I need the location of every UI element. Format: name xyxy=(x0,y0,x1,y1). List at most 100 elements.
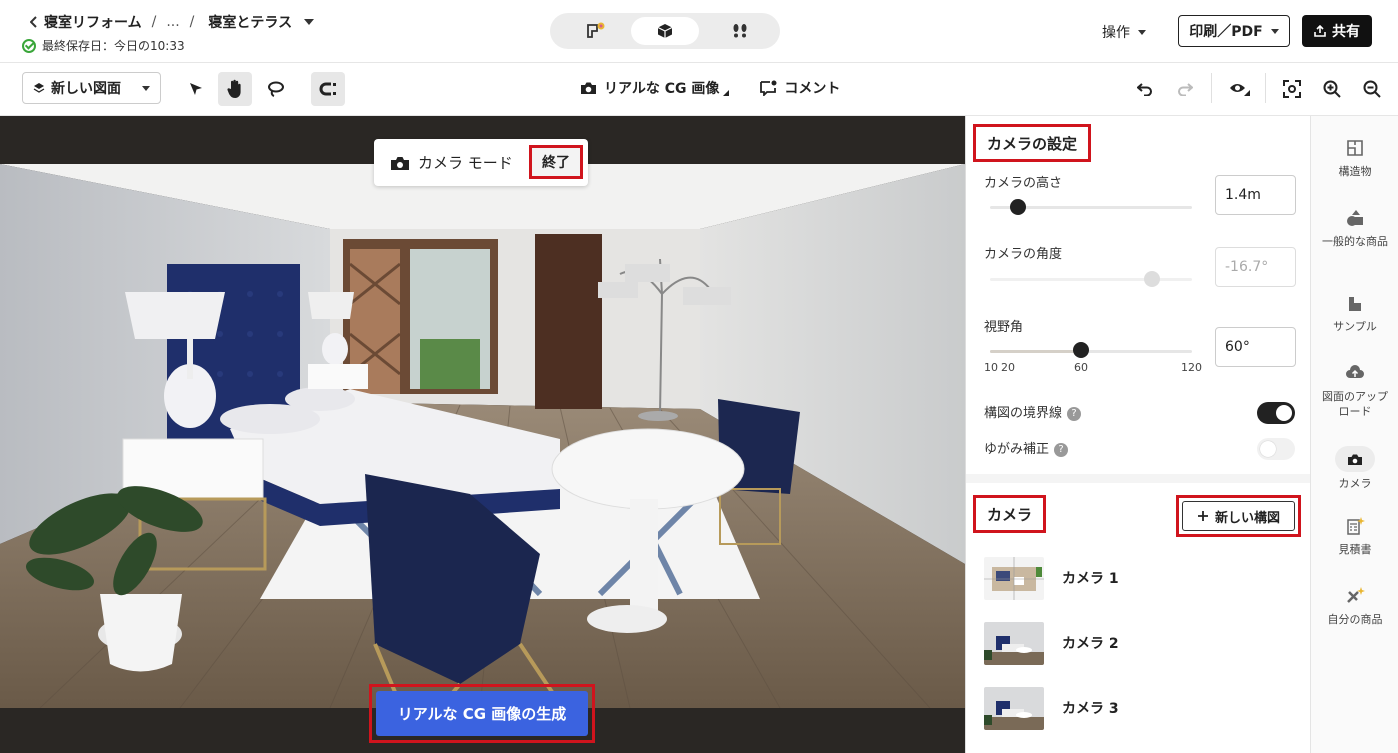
lasso-icon xyxy=(268,81,284,97)
chevron-down-icon xyxy=(1270,28,1279,34)
comment-button[interactable]: コメント xyxy=(759,78,840,98)
sample-icon xyxy=(1349,297,1361,311)
top-bar: 寝室リフォーム / ... / 寝室とテラス 最終保存日：今日の10:33 操作… xyxy=(0,0,1398,63)
my-products-icon xyxy=(1347,587,1365,603)
rail-label: 一般的な商品 xyxy=(1322,235,1388,248)
rail-label: 自分の商品 xyxy=(1327,613,1383,626)
rail-label: サンプル xyxy=(1333,320,1377,333)
camera-list-item[interactable]: カメラ 1 xyxy=(984,554,1119,602)
chevron-down-icon xyxy=(142,85,150,91)
breadcrumb-ellipsis[interactable]: ... xyxy=(166,14,179,30)
camera-angle-slider xyxy=(990,278,1192,281)
breadcrumb-separator: / xyxy=(189,14,195,30)
camera-height-label: カメラの高さ xyxy=(984,176,1063,191)
rail-label: 見積書 xyxy=(1338,543,1372,556)
breadcrumb-current[interactable]: 寝室とテラス xyxy=(208,12,315,32)
bedroom-3d-render xyxy=(0,164,965,708)
rail-label: 図面のアップロード xyxy=(1322,390,1388,418)
pan-tool[interactable] xyxy=(218,72,252,106)
toggle-knob xyxy=(1260,441,1276,457)
camera-icon xyxy=(391,156,409,170)
toolbar: 新しい図面 リアルな CG 画像 コメント xyxy=(0,63,1398,116)
walkthrough-mode[interactable] xyxy=(706,17,774,45)
camera-thumbnail xyxy=(984,556,1044,600)
camera-settings-title-text: カメラの設定 xyxy=(986,134,1077,153)
camera-item-label: カメラ 3 xyxy=(1062,701,1119,717)
end-camera-mode-button[interactable]: 終了 xyxy=(529,145,583,179)
zoom-out-button[interactable] xyxy=(1360,77,1384,101)
fov-input[interactable]: 60° xyxy=(1215,327,1296,367)
camera-settings-panel: カメラの設定 カメラの高さ 1.4m カメラの角度 -16.7° 視野角 10 … xyxy=(965,116,1311,753)
new-composition-highlight: 新しい構図 xyxy=(1176,495,1301,537)
camera-angle-input: -16.7° xyxy=(1215,247,1296,287)
realistic-cg-menu[interactable]: リアルな CG 画像 xyxy=(580,78,730,98)
comment-label: コメント xyxy=(784,81,841,97)
distortion-label: ゆがみ補正 xyxy=(984,442,1050,457)
cameras-title-text: カメラ xyxy=(986,505,1032,524)
generate-highlight: リアルな CG 画像の生成 xyxy=(369,684,595,743)
magnet-icon xyxy=(319,82,336,96)
save-status-text: 最終保存日：今日の10:33 xyxy=(42,39,185,53)
distortion-toggle[interactable] xyxy=(1257,438,1295,460)
camera-item-label: カメラ 2 xyxy=(1062,636,1119,652)
undo-button[interactable] xyxy=(1133,77,1157,101)
new-plan-dropdown[interactable]: 新しい図面 xyxy=(22,72,161,104)
redo-icon xyxy=(1178,83,1193,96)
select-tool[interactable] xyxy=(179,72,213,106)
chevron-down-icon xyxy=(1138,29,1146,35)
snap-tool[interactable] xyxy=(311,72,345,106)
rail-item-estimate[interactable]: 見積書 xyxy=(1311,514,1398,557)
section-divider xyxy=(966,474,1311,483)
rail-item-products[interactable]: 一般的な商品 xyxy=(1311,206,1398,249)
floorplan-2d-mode[interactable] xyxy=(562,17,630,45)
fov-knob[interactable] xyxy=(1073,342,1089,358)
camera-list-item[interactable]: カメラ 3 xyxy=(984,684,1119,732)
save-status: 最終保存日：今日の10:33 xyxy=(22,37,185,54)
camera-angle-label: カメラの角度 xyxy=(984,247,1063,262)
view-3d-mode[interactable] xyxy=(631,17,699,45)
camera-height-input[interactable]: 1.4m xyxy=(1215,175,1296,215)
new-composition-button[interactable]: 新しい構図 xyxy=(1182,501,1295,531)
camera-thumbnail xyxy=(984,686,1044,730)
help-icon[interactable]: ? xyxy=(1067,406,1082,421)
generate-cg-button[interactable]: リアルな CG 画像の生成 xyxy=(376,691,588,736)
check-circle-icon xyxy=(22,38,36,53)
upload-icon xyxy=(1346,365,1364,378)
cameras-title: カメラ xyxy=(973,495,1046,533)
new-plan-label: 新しい図面 xyxy=(51,81,121,97)
rail-item-my-products[interactable]: 自分の商品 xyxy=(1311,584,1398,627)
rail-item-upload[interactable]: 図面のアップロード xyxy=(1311,361,1398,419)
breadcrumb: 寝室リフォーム / ... / 寝室とテラス xyxy=(30,12,315,32)
3d-viewport[interactable]: カメラ モード 終了 リアルな CG 画像の生成 xyxy=(0,116,965,753)
share-button[interactable]: 共有 xyxy=(1302,15,1372,47)
rail-label: 構造物 xyxy=(1338,165,1372,178)
layers-icon xyxy=(33,83,45,93)
camera-item-label: カメラ 1 xyxy=(1062,571,1119,587)
rail-item-sample[interactable]: サンプル xyxy=(1311,291,1398,334)
cursor-icon xyxy=(190,83,202,95)
divider xyxy=(1211,73,1212,103)
zoom-in-button[interactable] xyxy=(1320,77,1344,101)
print-pdf-button[interactable]: 印刷／PDF xyxy=(1178,15,1290,47)
camera-mode-banner: カメラ モード 終了 xyxy=(374,139,588,186)
fov-label: 視野角 xyxy=(984,320,1024,335)
composition-lines-toggle[interactable] xyxy=(1257,402,1295,424)
visibility-menu[interactable] xyxy=(1228,77,1252,101)
toggle-knob xyxy=(1276,405,1292,421)
camera-list-item[interactable]: カメラ 2 xyxy=(984,619,1119,667)
help-icon[interactable]: ? xyxy=(1054,442,1069,457)
camera-height-knob[interactable] xyxy=(1010,199,1026,215)
eye-icon xyxy=(1230,84,1250,96)
back-breadcrumb[interactable]: 寝室リフォーム xyxy=(30,12,142,32)
fit-view-button[interactable] xyxy=(1280,77,1304,101)
operations-menu[interactable]: 操作 xyxy=(1102,22,1146,42)
camera-settings-title: カメラの設定 xyxy=(973,124,1091,162)
fov-tick: 120 xyxy=(1181,361,1202,374)
lasso-tool[interactable] xyxy=(259,72,293,106)
redo-button[interactable] xyxy=(1173,77,1197,101)
fov-tick: 20 xyxy=(1001,361,1015,374)
rail-item-camera[interactable]: カメラ xyxy=(1311,446,1398,491)
comment-icon xyxy=(760,80,777,96)
camera-thumbnail xyxy=(984,621,1044,665)
rail-item-structure[interactable]: 構造物 xyxy=(1311,136,1398,179)
